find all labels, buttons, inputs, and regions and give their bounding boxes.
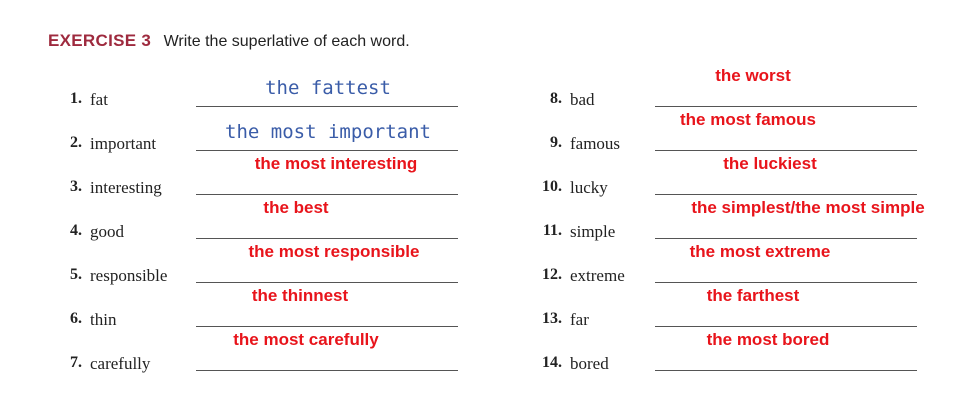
item-word: simple (570, 222, 616, 241)
exercise-header: EXERCISE 3 Write the superlative of each… (48, 31, 410, 51)
exercise-item: 14. bored the most bored (538, 330, 980, 378)
item-number: 5. (70, 266, 82, 283)
item-word: lucky (570, 178, 608, 197)
answer-text: the most extreme (689, 242, 831, 261)
item-number: 10. (542, 178, 562, 195)
item-number: 9. (550, 134, 562, 151)
answer-text: the luckiest (723, 154, 817, 173)
item-number: 4. (70, 222, 82, 239)
answer-line (196, 106, 458, 107)
answer-text: the thinnest (251, 286, 349, 305)
item-number: 3. (70, 178, 82, 195)
answer-line (196, 370, 458, 371)
item-word: thin (90, 310, 117, 329)
item-number: 7. (70, 354, 82, 371)
answer-text: the best (263, 198, 329, 217)
answer-text: the worst (715, 66, 791, 85)
item-word: bad (570, 90, 595, 109)
answer-text: the most carefully (233, 330, 379, 349)
item-word: bored (570, 354, 609, 373)
item-word: fat (90, 90, 108, 109)
exercise-label: EXERCISE 3 (48, 31, 152, 50)
item-number: 14. (542, 354, 562, 371)
item-number: 1. (70, 90, 82, 107)
exercise-item: 7. carefully the most carefully (58, 330, 528, 378)
item-number: 13. (542, 310, 562, 327)
answer-text: the farthest (706, 286, 800, 305)
item-number: 12. (542, 266, 562, 283)
answer-text: the most responsible (248, 242, 420, 261)
exercise-item: 1. fat the fattest (58, 70, 528, 114)
answer-line (655, 370, 917, 371)
item-number: 2. (70, 134, 82, 151)
answer-text: the simplest/the most simple (691, 198, 925, 217)
item-word: carefully (90, 354, 151, 373)
item-number: 6. (70, 310, 82, 327)
item-word: famous (570, 134, 621, 153)
item-word: important (90, 134, 157, 153)
item-number: 11. (542, 222, 562, 239)
exercise-instruction: Write the superlative of each word. (163, 33, 410, 50)
answer-text: the most important (225, 121, 431, 143)
answer-text: the fattest (265, 77, 391, 99)
item-number: 8. (550, 90, 562, 107)
answer-text: the most interesting (254, 154, 418, 173)
item-word: far (570, 310, 589, 329)
item-word: good (90, 222, 124, 241)
answer-text: the most famous (679, 110, 817, 129)
answer-text: the most bored (706, 330, 830, 349)
